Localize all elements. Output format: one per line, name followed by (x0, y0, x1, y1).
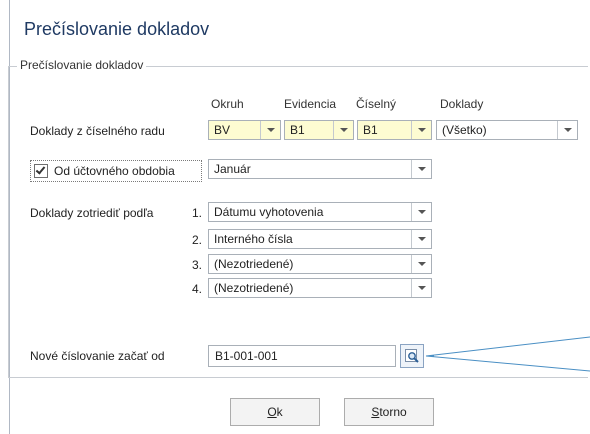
chevron-down-icon (417, 286, 426, 290)
numbering-label: Nové číslovanie začať od (30, 349, 165, 363)
storno-mnemonic: S (371, 405, 380, 419)
dialog-title: Prečíslovanie dokladov (24, 19, 210, 39)
sort-index-2: 2. (191, 233, 202, 247)
chevron-down-icon (417, 262, 426, 266)
doklady-value: (Všetko) (442, 123, 487, 137)
sort-select-4[interactable]: (Nezotriedené) (208, 278, 432, 298)
sort-dropdown-button-2[interactable] (411, 230, 431, 248)
checkmark-icon (35, 164, 46, 175)
column-header-ciselny: Číselný (356, 97, 397, 111)
ok-mnemonic: O (267, 405, 277, 419)
evidencia-dropdown-button[interactable] (333, 121, 353, 139)
storno-label-rest: torno (379, 405, 407, 419)
evidencia-select[interactable]: B1 (284, 120, 354, 140)
sort-select-2[interactable]: Interného čísla (208, 229, 432, 249)
sort-value-1: Dátumu vyhotovenia (214, 205, 324, 219)
okruh-select[interactable]: BV (208, 120, 281, 140)
storno-button[interactable]: Storno (344, 398, 434, 426)
period-select[interactable]: Január (208, 159, 432, 179)
ciselny-value: B1 (363, 123, 378, 137)
column-header-evidencia: Evidencia (284, 97, 337, 111)
sort-dropdown-button-1[interactable] (411, 203, 431, 221)
chevron-down-icon (266, 128, 275, 132)
sort-dropdown-button-3[interactable] (411, 255, 431, 273)
okruh-value: BV (214, 123, 231, 137)
doklady-select[interactable]: (Všetko) (436, 120, 578, 140)
group-legend: Prečíslovanie dokladov (17, 58, 147, 72)
period-value: Január (214, 162, 251, 176)
sort-value-2: Interného čísla (214, 232, 293, 246)
group-frame (8, 66, 588, 378)
ok-label-rest: k (276, 405, 283, 419)
doklady-dropdown-button[interactable] (557, 121, 577, 139)
ok-button[interactable]: Ok (230, 398, 320, 426)
sort-value-3: (Nezotriedené) (214, 257, 294, 271)
column-header-okruh: Okruh (211, 97, 244, 111)
sort-index-3: 3. (191, 258, 202, 272)
column-header-doklady: Doklady (440, 97, 484, 111)
period-checkbox[interactable]: Od účtovného obdobia (30, 160, 202, 182)
series-label: Doklady z číselného radu (30, 124, 165, 138)
okruh-dropdown-button[interactable] (260, 121, 280, 139)
chevron-down-icon (563, 128, 572, 132)
sort-select-3[interactable]: (Nezotriedené) (208, 254, 432, 274)
chevron-down-icon (417, 237, 426, 241)
ciselny-dropdown-button[interactable] (411, 121, 431, 139)
sort-dropdown-button-4[interactable] (411, 279, 431, 297)
numbering-start-input[interactable]: B1-001-001 (208, 345, 396, 367)
lookup-button[interactable] (400, 344, 424, 368)
sort-index-4: 4. (191, 282, 202, 296)
period-dropdown-button[interactable] (411, 160, 431, 178)
magnifier-icon (405, 349, 419, 363)
sort-label: Doklady zotriediť podľa (30, 206, 154, 220)
sort-index-1: 1. (191, 206, 202, 220)
chevron-down-icon (339, 128, 348, 132)
chevron-down-icon (417, 167, 426, 171)
ciselny-select[interactable]: B1 (357, 120, 432, 140)
checkbox-box[interactable] (34, 164, 48, 178)
chevron-down-icon (417, 128, 426, 132)
sort-select-1[interactable]: Dátumu vyhotovenia (208, 202, 432, 222)
chevron-down-icon (417, 210, 426, 214)
period-checkbox-label[interactable]: Od účtovného obdobia (54, 164, 175, 178)
sort-value-4: (Nezotriedené) (214, 281, 294, 295)
evidencia-value: B1 (290, 123, 305, 137)
